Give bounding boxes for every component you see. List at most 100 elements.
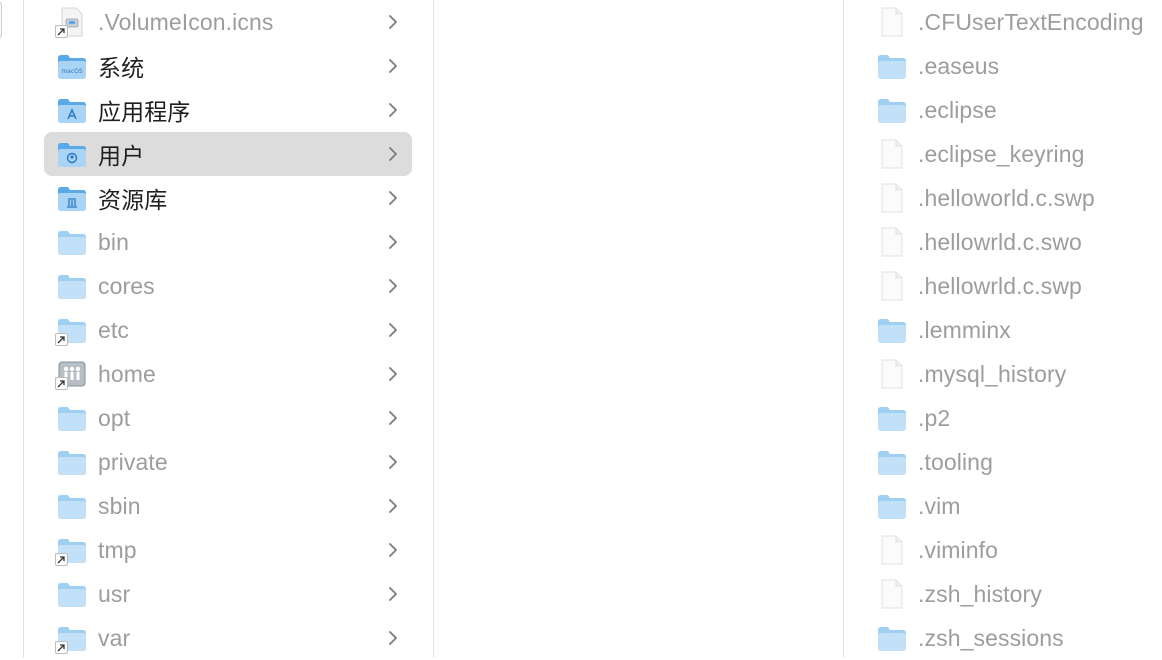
folder-icon [56,270,88,302]
macos-system-folder-icon: macOS [56,50,88,82]
alias-arrow-icon [55,377,68,390]
list-item[interactable]: .eclipse_keyring [864,132,1162,176]
list-item[interactable]: .tooling [864,440,1162,484]
folder-icon [876,94,908,126]
item-label: .VolumeIcon.icns [98,8,274,35]
item-label: .mysql_history [918,360,1067,387]
list-item[interactable]: .mysql_history [864,352,1162,396]
item-label: .tooling [918,448,993,475]
item-label: private [98,448,168,475]
list-item[interactable]: .VolumeIcon.icns [44,0,412,44]
scroll-edge-tab[interactable] [0,0,2,40]
chevron-right-icon [386,186,400,210]
alias-arrow-icon [55,553,68,566]
item-label: .vim [918,492,961,519]
item-label: .easeus [918,52,1000,79]
folder-icon [56,490,88,522]
folder-icon [876,490,908,522]
list-item[interactable]: var [44,616,412,660]
folder-icon [56,226,88,258]
finder-column-home[interactable]: .CFUserTextEncoding .easeus .eclipse .eclip… [844,0,1162,658]
home-network-alias-icon [55,358,88,390]
folder-alias-icon [55,314,88,346]
applications-folder-icon [56,94,88,126]
chevron-right-icon [386,318,400,342]
file-icon [876,270,908,302]
item-label: 用户 [98,143,145,169]
file-icon [876,182,908,214]
list-item[interactable]: 应用程序 [44,88,412,132]
folder-icon [56,446,88,478]
list-item[interactable]: .easeus [864,44,1162,88]
list-item[interactable]: .eclipse [864,88,1162,132]
item-label: sbin [98,492,141,519]
item-label: .eclipse_keyring [918,140,1085,167]
list-item[interactable]: usr [44,572,412,616]
chevron-right-icon [386,494,400,518]
list-item[interactable]: .hellowrld.c.swp [864,264,1162,308]
alias-arrow-icon [55,25,68,38]
file-icon [876,578,908,610]
list-item[interactable]: cores [44,264,412,308]
list-item[interactable]: private [44,440,412,484]
chevron-right-icon [386,450,400,474]
chevron-right-icon [386,54,400,78]
list-item[interactable]: tmp [44,528,412,572]
file-icon [876,226,908,258]
list-item[interactable]: bin [44,220,412,264]
chevron-right-icon [386,98,400,122]
folder-icon [56,402,88,434]
list-item[interactable]: .hellowrld.c.swo [864,220,1162,264]
list-item[interactable]: .lemminx [864,308,1162,352]
finder-column-users[interactable] [434,0,844,658]
left-column-edge [0,0,24,658]
list-item[interactable]: .p2 [864,396,1162,440]
item-label: .p2 [918,404,951,431]
folder-icon [56,578,88,610]
item-label: .zsh_sessions [918,624,1064,651]
list-item[interactable]: 用户 [44,132,412,176]
chevron-right-icon [386,274,400,298]
icns-file-alias-icon [55,6,88,38]
users-folder-icon [56,138,88,170]
item-label: var [98,624,131,651]
chevron-right-icon [386,582,400,606]
list-item[interactable]: .CFUserTextEncoding [864,0,1162,44]
alias-arrow-icon [55,333,68,346]
item-label: .zsh_history [918,580,1042,607]
list-item[interactable]: 资源库 [44,176,412,220]
list-item[interactable]: .vim [864,484,1162,528]
list-item[interactable]: macOS 系统 [44,44,412,88]
list-item[interactable]: opt [44,396,412,440]
file-icon [876,358,908,390]
item-label: 应用程序 [98,99,191,125]
item-label: bin [98,228,129,255]
item-label: .helloworld.c.swp [918,184,1095,211]
item-label: etc [98,316,129,343]
list-item[interactable]: sbin [44,484,412,528]
item-label: .eclipse [918,96,997,123]
item-label: cores [98,272,155,299]
chevron-right-icon [386,538,400,562]
finder-column-root[interactable]: .VolumeIcon.icns macOS 系统应用程序用户资源库 bin cores… [24,0,434,658]
list-item[interactable]: .zsh_sessions [864,616,1162,660]
chevron-right-icon [386,362,400,386]
chevron-right-icon [386,406,400,430]
chevron-right-icon [386,230,400,254]
folder-icon [876,446,908,478]
file-icon [876,6,908,38]
list-item[interactable]: .helloworld.c.swp [864,176,1162,220]
chevron-right-icon [386,626,400,650]
item-label: usr [98,580,131,607]
item-label: 资源库 [98,187,168,213]
list-item[interactable]: home [44,352,412,396]
folder-alias-icon [55,622,88,654]
folder-alias-icon [55,534,88,566]
list-item[interactable]: .zsh_history [864,572,1162,616]
list-item[interactable]: etc [44,308,412,352]
item-label: tmp [98,536,137,563]
folder-icon [876,622,908,654]
library-folder-icon [56,182,88,214]
folder-icon [876,50,908,82]
list-item[interactable]: .viminfo [864,528,1162,572]
